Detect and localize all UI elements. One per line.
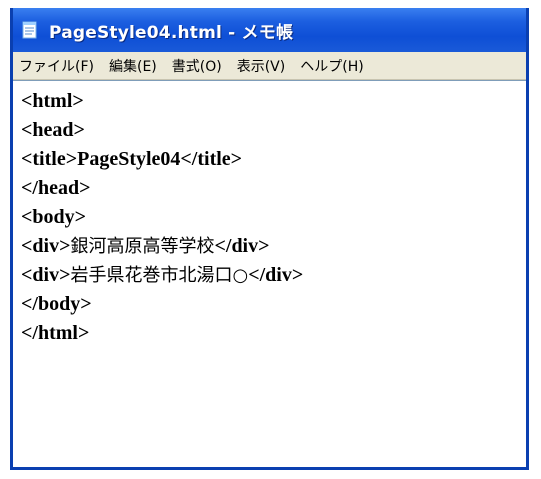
menu-bar: ファイル(F) 編集(E) 書式(O) 表示(V) ヘルプ(H) [13,52,526,80]
text-editor-area[interactable]: <html> <head> <title>PageStyle04</title>… [13,80,526,467]
div-open-tag: <div> [21,235,71,257]
code-line: <html> [21,90,84,112]
code-line: <div>銀河高原高等学校</div> [21,232,526,261]
title-bar[interactable]: PageStyle04.html - メモ帳 [13,8,526,52]
menu-help[interactable]: ヘルプ(H) [300,56,363,76]
notepad-window: PageStyle04.html - メモ帳 ファイル(F) 編集(E) 書式(… [10,8,529,470]
menu-view[interactable]: 表示(V) [237,56,286,76]
code-line: <body> [21,206,87,228]
div-open-tag: <div> [21,264,71,286]
notepad-icon[interactable] [21,20,39,40]
menu-edit[interactable]: 編集(E) [109,56,157,76]
code-line: </html> [21,322,90,344]
div-close-tag: </div> [214,235,270,257]
school-name-text: 銀河高原高等学校 [70,236,215,257]
code-line: <div>岩手県花巻市北湯口○</div> [21,261,526,290]
menu-file[interactable]: ファイル(F) [19,56,94,76]
address-text: 岩手県花巻市北湯口○ [70,265,249,286]
div-close-tag: </div> [248,264,304,286]
menu-format[interactable]: 書式(O) [172,56,222,76]
code-line: </head> [21,177,91,199]
code-line: <title>PageStyle04</title> [21,148,243,170]
code-line: </body> [21,293,92,315]
code-line: <head> [21,119,85,141]
window-title: PageStyle04.html - メモ帳 [49,22,294,43]
